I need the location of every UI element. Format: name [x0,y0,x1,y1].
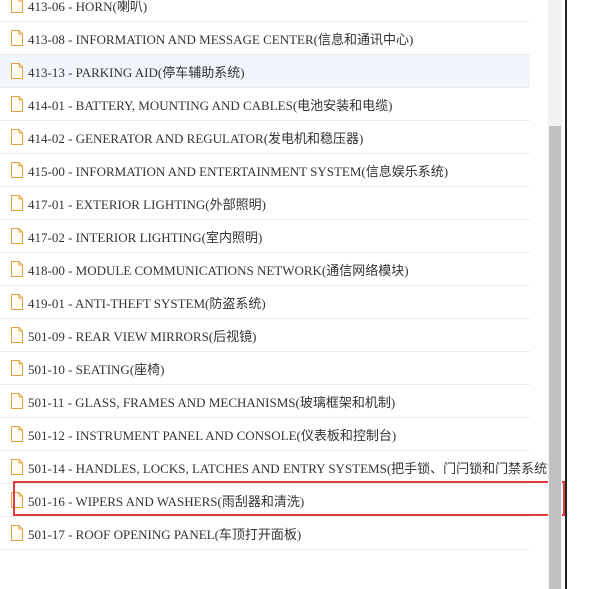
list-item-highlighted[interactable]: 501-14 - HANDLES, LOCKS, LATCHES AND ENT… [0,451,552,484]
document-icon [11,30,23,46]
document-icon [11,492,23,508]
list-item[interactable]: 501-17 - ROOF OPENING PANEL(车顶打开面板) [0,517,530,550]
document-icon [11,426,23,442]
document-icon [11,261,23,277]
document-tree-panel: 413-06 - HORN(喇叭) 413-08 - INFORMATION A… [0,0,602,589]
window-border [565,0,567,589]
list-item-label: 501-09 - REAR VIEW MIRRORS(后视镜) [28,328,257,344]
list-item-label: 501-10 - SEATING(座椅) [28,361,165,377]
list-item-label: 414-01 - BATTERY, MOUNTING AND CABLES(电池… [28,97,393,113]
list-item-label: 419-01 - ANTI-THEFT SYSTEM(防盗系统) [28,295,266,311]
list-item[interactable]: 501-11 - GLASS, FRAMES AND MECHANISMS(玻璃… [0,385,530,418]
list-item-label: 501-12 - INSTRUMENT PANEL AND CONSOLE(仪表… [28,427,397,443]
document-icon [11,327,23,343]
list-item-label: 415-00 - INFORMATION AND ENTERTAINMENT S… [28,163,449,179]
list-item[interactable]: 417-02 - INTERIOR LIGHTING(室内照明) [0,220,530,253]
list-item-label: 413-08 - INFORMATION AND MESSAGE CENTER(… [28,31,414,47]
document-icon [11,360,23,376]
document-icon [11,129,23,145]
document-icon [11,393,23,409]
list-item-label: 417-01 - EXTERIOR LIGHTING(外部照明) [28,196,266,212]
list-item-label: 417-02 - INTERIOR LIGHTING(室内照明) [28,229,263,245]
list-item-label: 413-06 - HORN(喇叭) [28,0,148,14]
document-icon [11,195,23,211]
list-item[interactable]: 501-12 - INSTRUMENT PANEL AND CONSOLE(仪表… [0,418,530,451]
list-item[interactable]: 415-00 - INFORMATION AND ENTERTAINMENT S… [0,154,530,187]
list-item-label: 413-13 - PARKING AID(停车辅助系统) [28,64,245,80]
list-item[interactable]: 413-08 - INFORMATION AND MESSAGE CENTER(… [0,22,530,55]
list-item-label: 418-00 - MODULE COMMUNICATIONS NETWORK(通… [28,262,409,278]
document-icon [11,63,23,79]
list-item-label: 414-02 - GENERATOR AND REGULATOR(发电机和稳压器… [28,130,364,146]
list-item[interactable]: 414-01 - BATTERY, MOUNTING AND CABLES(电池… [0,88,530,121]
list-item-label: 501-14 - HANDLES, LOCKS, LATCHES AND ENT… [28,460,552,476]
scrollbar-thumb[interactable] [549,126,561,589]
list-item-hovered[interactable]: 413-13 - PARKING AID(停车辅助系统) [0,55,530,88]
document-icon [11,96,23,112]
document-icon [11,162,23,178]
list-item[interactable]: 501-10 - SEATING(座椅) [0,352,530,385]
list-item[interactable]: 501-16 - WIPERS AND WASHERS(雨刮器和清洗) [0,484,530,517]
list-item[interactable]: 417-01 - EXTERIOR LIGHTING(外部照明) [0,187,530,220]
document-icon [11,294,23,310]
list-item[interactable]: 419-01 - ANTI-THEFT SYSTEM(防盗系统) [0,286,530,319]
list-item-label: 501-11 - GLASS, FRAMES AND MECHANISMS(玻璃… [28,394,396,410]
list-item-label: 501-16 - WIPERS AND WASHERS(雨刮器和清洗) [28,493,305,509]
document-icon [11,459,23,475]
list-item[interactable]: 501-09 - REAR VIEW MIRRORS(后视镜) [0,319,530,352]
list-item[interactable]: 413-06 - HORN(喇叭) [0,0,530,22]
list-item-label: 501-17 - ROOF OPENING PANEL(车顶打开面板) [28,526,302,542]
list-item[interactable]: 414-02 - GENERATOR AND REGULATOR(发电机和稳压器… [0,121,530,154]
document-list: 413-06 - HORN(喇叭) 413-08 - INFORMATION A… [0,0,552,550]
document-icon [11,0,23,13]
document-icon [11,228,23,244]
list-item[interactable]: 418-00 - MODULE COMMUNICATIONS NETWORK(通… [0,253,530,286]
document-icon [11,525,23,541]
